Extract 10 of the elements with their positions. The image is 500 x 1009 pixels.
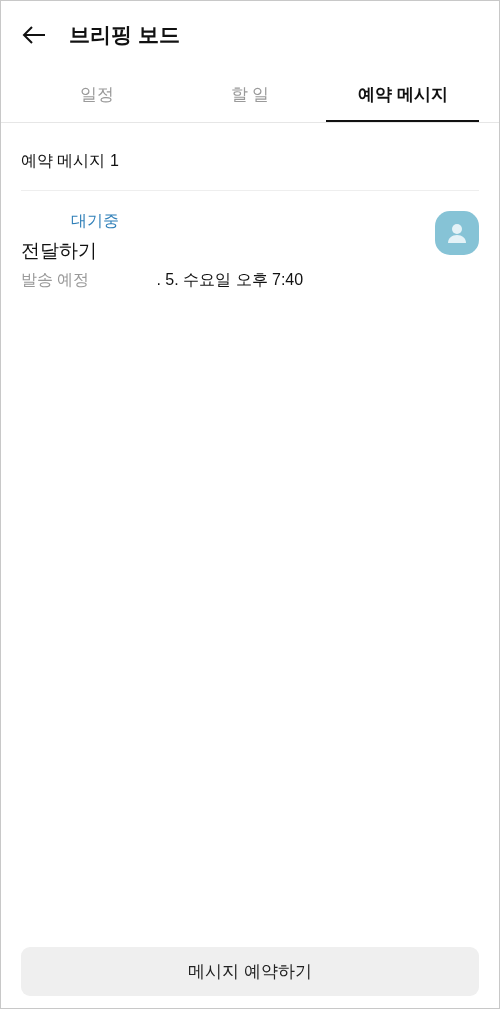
section-title: 예약 메시지 1: [21, 123, 479, 191]
person-silhouette-icon: [446, 222, 468, 244]
tab[interactable]: 예약 메시지: [326, 69, 479, 122]
screen-title: 브리핑 보드: [69, 22, 180, 48]
back-arrow-icon: [22, 25, 46, 45]
message-title: 전달하기: [21, 239, 98, 263]
status-label: 대기중: [71, 211, 120, 231]
schedule-label: 발송 예정: [21, 270, 90, 290]
schedule-message-button[interactable]: 메시지 예약하기: [21, 947, 479, 996]
schedule-time: . 5. 수요일 오후 7:40: [156, 270, 304, 290]
